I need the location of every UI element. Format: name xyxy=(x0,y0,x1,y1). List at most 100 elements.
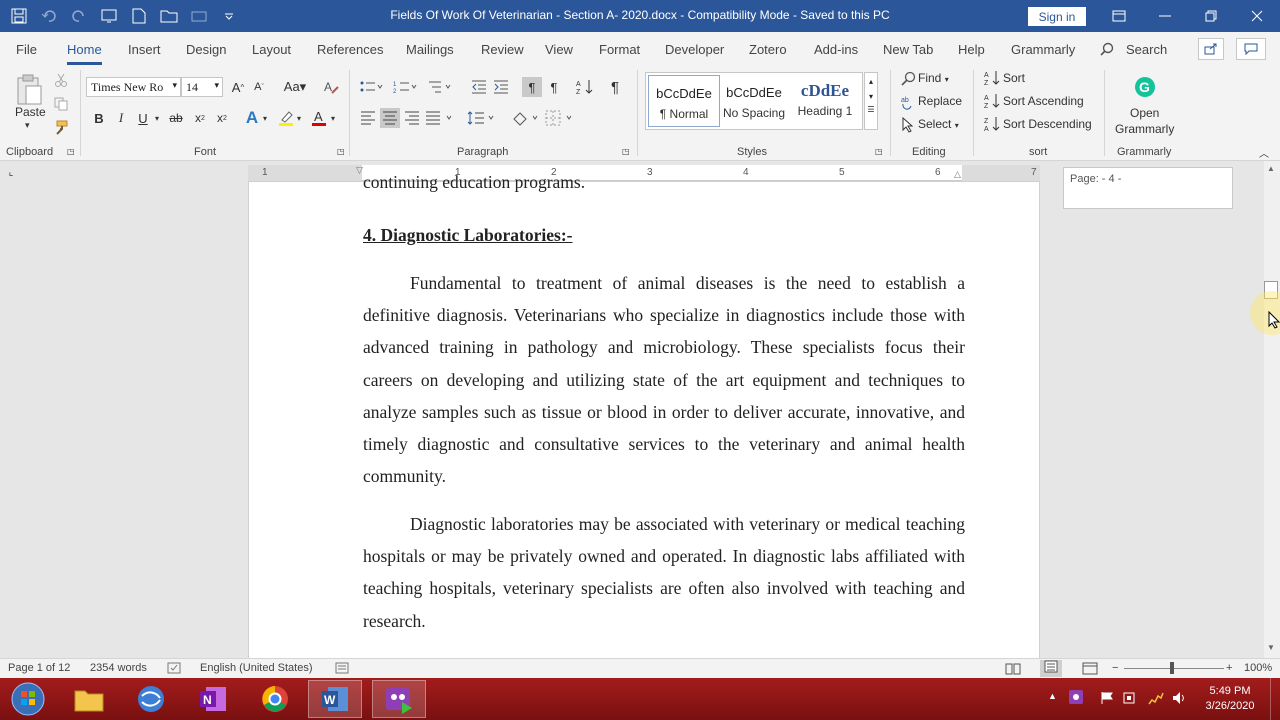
action-center-flag-icon[interactable] xyxy=(1100,691,1114,708)
tab-view[interactable]: View xyxy=(545,42,573,57)
sort-descending-icon[interactable]: ZA xyxy=(982,114,1002,134)
show-desktop-button[interactable] xyxy=(1270,678,1280,720)
volume-icon[interactable] xyxy=(1172,691,1188,708)
cut-icon[interactable] xyxy=(51,70,71,90)
style-normal[interactable]: bCcDdEe ¶ Normal xyxy=(648,75,720,127)
styles-gallery-scroll[interactable]: ▴ ▾ ☰ xyxy=(864,72,878,130)
scroll-up-icon[interactable]: ▲ xyxy=(1267,164,1275,173)
print-layout-icon[interactable] xyxy=(1040,660,1062,677)
tab-format[interactable]: Format xyxy=(599,42,640,57)
chevron-up-icon[interactable]: ▴ xyxy=(865,77,877,86)
grammarly-icon[interactable]: G xyxy=(1133,75,1157,99)
web-layout-icon[interactable] xyxy=(1082,662,1098,678)
select-button[interactable]: Select ▾ xyxy=(918,117,959,131)
show-formatting-marks-icon[interactable]: ¶ xyxy=(605,77,625,97)
highlight-dropdown-icon[interactable]: ▾ xyxy=(293,108,305,128)
ribbon-display-options-icon[interactable] xyxy=(1096,0,1142,32)
paste-button[interactable]: Paste xyxy=(15,105,46,119)
clear-formatting-icon[interactable]: A xyxy=(321,77,341,97)
increase-indent-icon[interactable] xyxy=(491,77,511,97)
replace-button[interactable]: Replace xyxy=(918,94,962,108)
search-box[interactable]: Search xyxy=(1126,42,1167,57)
more-styles-icon[interactable]: ☰ xyxy=(865,105,877,114)
proofing-icon[interactable] xyxy=(167,662,181,677)
line-spacing-icon[interactable] xyxy=(466,108,496,128)
vertical-scrollbar[interactable]: ▲ ▼ xyxy=(1264,161,1280,658)
underline-dropdown-icon[interactable]: ▾ xyxy=(151,108,163,128)
paste-dropdown-icon[interactable]: ▾ xyxy=(25,120,30,131)
font-color-icon[interactable]: A xyxy=(309,108,329,128)
tab-new-tab[interactable]: New Tab xyxy=(883,42,933,57)
tab-mailings[interactable]: Mailings xyxy=(406,42,454,57)
screen-recorder-icon[interactable] xyxy=(372,680,426,718)
ltr-text-direction-icon[interactable]: ¶ xyxy=(522,77,542,97)
justify-icon[interactable] xyxy=(424,108,454,128)
clipboard-launcher-icon[interactable]: ◳ xyxy=(67,147,75,156)
font-color-dropdown-icon[interactable]: ▾ xyxy=(327,108,339,128)
tab-layout[interactable]: Layout xyxy=(252,42,291,57)
font-name-select[interactable]: Times New Ro ▾ xyxy=(86,77,181,97)
tab-zotero[interactable]: Zotero xyxy=(749,42,787,57)
font-size-select[interactable]: 14 ▾ xyxy=(181,77,223,97)
tab-developer[interactable]: Developer xyxy=(665,42,724,57)
zoom-slider-thumb[interactable] xyxy=(1170,662,1174,674)
word-count[interactable]: 2354 words xyxy=(90,662,147,674)
superscript-icon[interactable]: x2 xyxy=(212,108,232,128)
sort-ascending-icon[interactable]: AZ xyxy=(982,91,1002,111)
font-launcher-icon[interactable]: ◳ xyxy=(337,147,345,156)
shading-icon[interactable] xyxy=(510,108,540,128)
tab-help[interactable]: Help xyxy=(958,42,985,57)
tab-design[interactable]: Design xyxy=(186,42,226,57)
first-line-indent-marker[interactable]: ▽ xyxy=(356,165,363,176)
zoom-in-icon[interactable]: + xyxy=(1226,662,1232,674)
numbering-icon[interactable]: 12 xyxy=(392,77,418,97)
open-grammarly-label-line1[interactable]: Open xyxy=(1130,106,1159,120)
styles-launcher-icon[interactable]: ◳ xyxy=(875,147,883,156)
device-tray-icon[interactable] xyxy=(1122,691,1136,708)
show-hidden-icons-icon[interactable]: ▲ xyxy=(1048,691,1057,701)
subscript-icon[interactable]: x2 xyxy=(190,108,210,128)
find-button[interactable]: Find ▾ xyxy=(918,71,949,85)
start-button-icon[interactable] xyxy=(2,680,54,718)
shrink-font-icon[interactable]: Aˇ xyxy=(249,77,269,97)
macro-recording-icon[interactable] xyxy=(335,662,349,677)
chevron-down-icon[interactable]: ▾ xyxy=(865,92,877,101)
document-page[interactable]: continuing education programs. 4. Diagno… xyxy=(248,172,1040,658)
sort-descending-button[interactable]: Sort Descending xyxy=(1003,117,1092,131)
undo-icon[interactable] xyxy=(38,6,60,26)
style-heading-1[interactable]: cDdEe Heading 1 xyxy=(789,75,861,127)
restore-icon[interactable] xyxy=(1188,0,1234,32)
text-effects-dropdown-icon[interactable]: ▾ xyxy=(259,108,271,128)
app-tray-icon[interactable] xyxy=(1068,689,1084,708)
zoom-out-icon[interactable]: − xyxy=(1112,662,1118,674)
page-count[interactable]: Page 1 of 12 xyxy=(8,662,70,674)
present-icon[interactable] xyxy=(98,6,120,26)
paragraph-launcher-icon[interactable]: ◳ xyxy=(622,147,630,156)
new-document-icon[interactable] xyxy=(128,6,150,26)
strikethrough-icon[interactable]: ab xyxy=(166,108,186,128)
italic-icon[interactable]: I xyxy=(111,108,131,128)
bold-icon[interactable]: B xyxy=(89,108,109,128)
media-app-icon[interactable] xyxy=(124,680,178,718)
onenote-icon[interactable]: N xyxy=(186,680,240,718)
change-case-icon[interactable]: Aa▾ xyxy=(280,77,310,97)
close-icon[interactable] xyxy=(1234,0,1280,32)
system-clock[interactable]: 5:49 PM 3/26/2020 xyxy=(1196,684,1264,714)
open-folder-icon[interactable] xyxy=(158,6,180,26)
save-icon[interactable] xyxy=(8,6,30,26)
file-explorer-icon[interactable] xyxy=(62,680,116,718)
language-indicator[interactable]: English (United States) xyxy=(200,662,313,674)
replace-icon[interactable]: ab xyxy=(898,92,918,112)
align-left-icon[interactable] xyxy=(358,108,378,128)
tab-add-ins[interactable]: Add-ins xyxy=(814,42,858,57)
copy-icon[interactable] xyxy=(51,94,71,114)
tab-grammarly[interactable]: Grammarly xyxy=(1011,42,1075,57)
rtl-text-direction-icon[interactable]: ¶ xyxy=(544,77,564,97)
sort-az-icon[interactable]: AZ xyxy=(982,68,1002,88)
open-grammarly-label-line2[interactable]: Grammarly xyxy=(1115,122,1174,136)
grow-font-icon[interactable]: A ^ xyxy=(228,77,248,97)
tab-references[interactable]: References xyxy=(317,42,383,57)
network-icon[interactable] xyxy=(1148,691,1164,708)
sort-text-icon[interactable]: AZ xyxy=(575,77,595,97)
align-right-icon[interactable] xyxy=(402,108,422,128)
